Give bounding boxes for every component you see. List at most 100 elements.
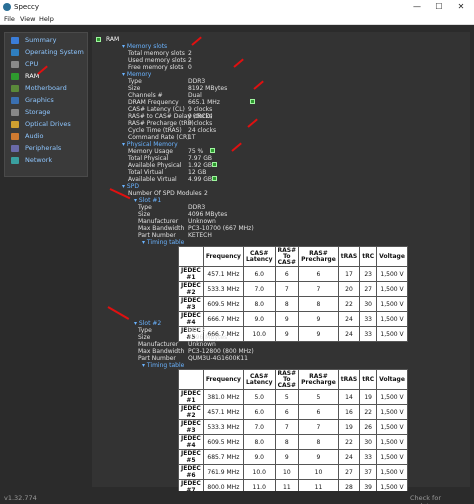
- value: DDR3: [188, 204, 206, 211]
- table-cell: 457.1 MHz: [202, 404, 244, 420]
- column-header: RAS# To CAS#: [274, 246, 300, 267]
- memory-header[interactable]: ▾ Memory: [122, 71, 151, 78]
- table-cell: 30: [359, 296, 378, 312]
- menu-help[interactable]: Help: [39, 15, 54, 23]
- value: PC3-10700 (667 MHz): [188, 225, 254, 232]
- table-cell: 6.0: [242, 266, 276, 282]
- label: Used memory slots: [128, 57, 186, 64]
- column-header: CAS# Latency: [242, 369, 276, 390]
- check-updates-link[interactable]: Check for updates...: [410, 494, 474, 504]
- table-cell: 6: [298, 404, 339, 420]
- network-icon: [11, 157, 19, 164]
- column-header: CAS# Latency: [242, 246, 276, 267]
- table-cell: 6.0: [242, 404, 276, 420]
- table-cell: JEDEC #3: [178, 419, 204, 435]
- value: 9 clocks: [188, 120, 213, 127]
- table-cell: 22: [337, 296, 361, 312]
- column-header-blank: [178, 369, 204, 390]
- table-cell: JEDEC #4: [178, 434, 204, 450]
- table-cell: 30: [359, 434, 378, 450]
- table-cell: 761.9 MHz: [202, 464, 244, 480]
- spd-header[interactable]: ▾ SPD: [122, 183, 139, 190]
- label: Part Number: [138, 232, 176, 239]
- value: 9 clocks: [188, 106, 213, 113]
- table-cell: 9: [298, 326, 339, 342]
- table-row: JEDEC #4 666.7 MHz 9.0 9 9 24 33 1,500 V: [178, 311, 408, 327]
- annotation-arrow: [253, 80, 264, 90]
- table-row: JEDEC #6 761.9 MHz 10.0 10 10 27 37 1,50…: [178, 464, 408, 480]
- label: Total Physical: [128, 155, 169, 162]
- peripherals-icon: [11, 145, 19, 152]
- table-cell: 22: [359, 404, 378, 420]
- ram-details-panel[interactable]: RAM ▾ Memory slots Total memory slots 2 …: [92, 32, 470, 495]
- sidebar-item-operating-system[interactable]: Operating System: [9, 47, 87, 58]
- label: Manufacturer: [138, 218, 179, 225]
- minimize-button[interactable]: —: [406, 0, 428, 14]
- physical-memory-header[interactable]: ▾ Physical Memory: [122, 141, 178, 148]
- table-cell: 457.1 MHz: [202, 266, 244, 282]
- table-cell: 37: [359, 464, 378, 480]
- memory-slots-header[interactable]: ▾ Memory slots: [122, 43, 167, 50]
- label: RAS# Precharge (tRP): [128, 120, 194, 127]
- value: 4096 MBytes: [188, 211, 228, 218]
- sidebar-item-peripherals[interactable]: Peripherals: [9, 143, 87, 154]
- table-cell: 6: [274, 404, 300, 420]
- value: 8192 MBytes: [188, 85, 228, 92]
- table-cell: 9: [298, 311, 339, 327]
- close-button[interactable]: ✕: [450, 0, 472, 14]
- table-cell: 33: [359, 449, 378, 465]
- slot-1-header[interactable]: ▾ Slot #1: [134, 197, 161, 204]
- table-cell: 17: [337, 266, 361, 282]
- slot-2-header[interactable]: ▾ Slot #2: [134, 320, 161, 327]
- sidebar-item-ram[interactable]: RAM: [9, 71, 87, 82]
- sidebar-item-audio[interactable]: Audio: [9, 131, 87, 142]
- sidebar-item-graphics[interactable]: Graphics: [9, 95, 87, 106]
- label: Manufacturer: [138, 341, 179, 348]
- value: 0: [188, 64, 192, 71]
- table-cell: JEDEC #6: [178, 464, 204, 480]
- timing-table-header[interactable]: ▾ Timing table: [142, 362, 184, 369]
- summary-icon: [11, 37, 19, 44]
- table-cell: 19: [359, 389, 378, 405]
- title-bar: Speccy — ☐ ✕: [0, 0, 474, 14]
- label: Part Number: [138, 355, 176, 362]
- maximize-button[interactable]: ☐: [428, 0, 450, 14]
- value: 2: [188, 57, 192, 64]
- slot-1-timing-table: Frequency CAS# Latency RAS# To CAS# RAS#…: [178, 246, 408, 342]
- sidebar-item-optical-drives[interactable]: Optical Drives: [9, 119, 87, 130]
- window-title: Speccy: [14, 3, 40, 11]
- table-cell: 7: [298, 419, 339, 435]
- table-row: JEDEC #5 685.7 MHz 9.0 9 9 24 33 1,500 V: [178, 449, 408, 465]
- table-cell: 24: [337, 326, 361, 342]
- annotation-arrow: [233, 58, 244, 68]
- optical-drive-icon: [11, 121, 19, 128]
- cpu-icon: [11, 61, 19, 68]
- table-row: JEDEC #2 457.1 MHz 6.0 6 6 16 22 1,500 V: [178, 404, 408, 420]
- label: Cycle Time (tRAS): [128, 127, 182, 134]
- sidebar-item-cpu[interactable]: CPU: [9, 59, 87, 70]
- menu-file[interactable]: File: [4, 15, 15, 23]
- value: 7.97 GB: [188, 155, 213, 162]
- sidebar-item-summary[interactable]: Summary: [9, 35, 87, 46]
- table-cell: 1,500 V: [376, 266, 408, 282]
- sidebar-item-motherboard[interactable]: Motherboard: [9, 83, 87, 94]
- label: Command Rate (CR): [128, 134, 190, 141]
- sidebar-item-storage[interactable]: Storage: [9, 107, 87, 118]
- timing-table-header[interactable]: ▾ Timing table: [142, 239, 184, 246]
- table-row: JEDEC #2 533.3 MHz 7.0 7 7 20 27 1,500 V: [178, 281, 408, 297]
- annotation-arrow: [191, 36, 202, 46]
- column-header: tRC: [359, 246, 378, 267]
- table-cell: 10.0: [242, 326, 276, 342]
- table-cell: 33: [359, 326, 378, 342]
- column-header: tRC: [359, 369, 378, 390]
- table-cell: 381.0 MHz: [202, 389, 244, 405]
- label: Max Bandwidth: [138, 348, 185, 355]
- table-cell: 24: [337, 449, 361, 465]
- value: DDR3: [188, 78, 206, 85]
- sidebar-item-network[interactable]: Network: [9, 155, 87, 166]
- annotation-arrow: [107, 306, 130, 320]
- usage-indicator-icon: [212, 176, 217, 181]
- table-cell: 5: [274, 389, 300, 405]
- menu-view[interactable]: View: [20, 15, 35, 23]
- table-cell: 609.5 MHz: [202, 434, 244, 450]
